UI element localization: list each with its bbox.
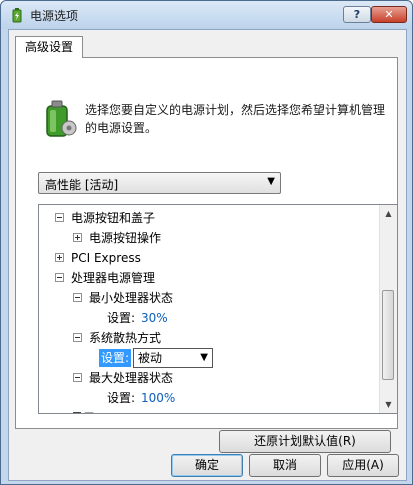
chevron-down-icon: ▼ [200,352,208,363]
cooling-policy-selected: 被动 [138,351,163,365]
tree-scrollbar[interactable]: ▲ ▼ [379,205,397,413]
collapse-icon[interactable] [55,273,64,282]
collapse-icon[interactable] [73,333,82,342]
tree-item-label: PCI Express [71,251,141,265]
power-options-window: 电源选项 ? ✕ 高级设置 选择您要自定义的电源计划，然后选择您希望计算机管理的… [0,0,413,485]
tree-item-label: 系统散热方式 [89,331,162,345]
setting-label-selected: 设置: [99,349,132,367]
cancel-button[interactable]: 取消 [249,454,321,477]
close-button[interactable]: ✕ [371,6,407,23]
ok-button[interactable]: 确定 [171,454,243,477]
collapse-icon[interactable] [73,373,82,382]
scroll-down-icon[interactable]: ▼ [380,396,397,413]
expand-icon[interactable] [55,253,64,262]
setting-value[interactable]: 100% [141,388,175,408]
apply-button[interactable]: 应用(A) [327,454,399,477]
window-title: 电源选项 [30,9,79,23]
collapse-icon[interactable] [73,293,82,302]
tab-advanced-settings[interactable]: 高级设置 [15,36,83,58]
tree-item-label: 电源按钮和盖子 [71,211,156,225]
battery-settings-icon [46,100,77,137]
collapse-icon[interactable] [55,213,64,222]
tree-item-cooling-setting[interactable]: 设置: 被动 ▼ [39,348,239,368]
dialog-client-area: 高级设置 选择您要自定义的电源计划，然后选择您希望计算机管理的电源设置。 高性能… [8,29,407,481]
tree-item-label: 最小处理器状态 [89,291,174,305]
expand-icon[interactable] [73,233,82,242]
power-plan-selected: 高性能 [活动] [45,178,119,192]
scrollbar-thumb[interactable] [382,290,394,380]
scroll-up-icon[interactable]: ▲ [380,205,397,222]
setting-label: 设置: [107,311,136,325]
setting-value[interactable]: 30% [141,308,168,328]
restore-defaults-button[interactable]: 还原计划默认值(R) [219,430,391,453]
tree-item-label: 电源按钮操作 [89,231,162,245]
advanced-settings-panel: 选择您要自定义的电源计划，然后选择您希望计算机管理的电源设置。 高性能 [活动]… [15,57,398,453]
title-bar[interactable]: 电源选项 ? ✕ [1,1,412,29]
cooling-policy-dropdown[interactable]: 被动 ▼ [133,348,213,368]
setting-label: 设置: [107,391,136,405]
chevron-down-icon: ▼ [267,176,275,187]
power-options-icon [12,8,22,23]
power-plan-dropdown[interactable]: 高性能 [活动] ▼ [38,172,281,194]
tree-item-label: 显示 [71,408,95,413]
power-settings-tree[interactable]: 电源按钮和盖子 电源按钮操作 PCI Express 处理器电源管理 最小处理器… [38,204,398,414]
tree-item-label: 处理器电源管理 [71,271,156,285]
tree-item-label: 最大处理器状态 [89,371,174,385]
expand-icon[interactable] [55,413,64,414]
help-button[interactable]: ? [343,6,371,23]
plan-description: 选择您要自定义的电源计划，然后选择您希望计算机管理的电源设置。 [85,103,386,135]
